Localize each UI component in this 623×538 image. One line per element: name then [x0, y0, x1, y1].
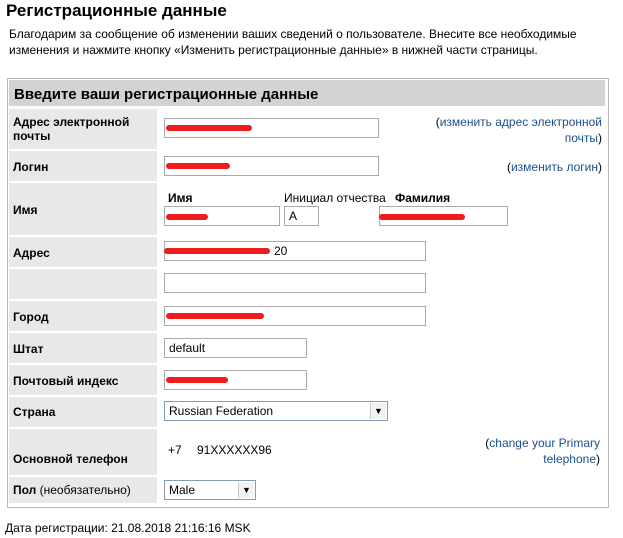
country-select[interactable]: Russian Federation ▼: [164, 401, 388, 421]
form-header-title: Введите ваши регистрационные данные: [14, 86, 319, 103]
change-phone-link-wrap: (change your Primary telephone): [485, 436, 600, 466]
address-label: Адрес: [13, 246, 50, 260]
change-login-link-wrap: (изменить логин): [506, 160, 602, 174]
chevron-down-icon: ▼: [238, 482, 254, 498]
country-label: Страна: [13, 405, 56, 419]
page-title: Регистрационные данные: [6, 1, 227, 20]
gender-select[interactable]: Male ▼: [164, 480, 256, 500]
change-email-link-wrap: (изменить адрес электронной почты): [435, 115, 602, 145]
email-label: Адрес электронной почты: [13, 115, 130, 143]
chevron-down-icon: ▼: [370, 403, 386, 419]
redaction-mark: [166, 125, 252, 131]
change-email-link[interactable]: изменить адрес электронной почты: [440, 115, 602, 145]
redaction-mark: [166, 313, 264, 319]
zip-label: Почтовый индекс: [13, 374, 119, 388]
label-cell-address2: [9, 269, 157, 299]
change-login-link[interactable]: изменить логин: [511, 160, 598, 174]
redaction-mark: [166, 214, 208, 220]
gender-label: Пол (необязательно): [13, 483, 131, 497]
middle-initial-label: Инициал отчества: [284, 191, 386, 205]
intro-text: Благодарим за сообщение об изменении ваш…: [9, 27, 577, 57]
city-label: Город: [13, 310, 49, 324]
phone-country-code: +7: [168, 443, 182, 457]
phone-number: 91XXXXXX96: [197, 443, 272, 457]
gender-label-text: Пол: [13, 483, 37, 497]
middle-initial-field[interactable]: А: [284, 206, 319, 226]
login-label: Логин: [13, 160, 49, 174]
country-selected-value: Russian Federation: [169, 404, 274, 418]
name-label: Имя: [13, 203, 38, 217]
address-line2-field[interactable]: [164, 273, 426, 293]
change-phone-link[interactable]: change your Primary telephone: [489, 436, 600, 466]
first-name-label: Имя: [168, 191, 193, 205]
gender-selected-value: Male: [169, 483, 196, 497]
redaction-mark: [379, 214, 465, 220]
state-label: Штат: [13, 342, 44, 356]
phone-label: Основной телефон: [13, 452, 128, 466]
registration-date: Дата регистрации: 21.08.2018 21:16:16 MS…: [5, 521, 251, 535]
redaction-mark: [166, 163, 230, 169]
redaction-mark: [166, 377, 228, 383]
redaction-mark: [164, 248, 270, 254]
gender-optional-text: (необязательно): [39, 483, 131, 497]
last-name-label: Фамилия: [395, 191, 451, 205]
state-field[interactable]: default: [164, 338, 307, 358]
